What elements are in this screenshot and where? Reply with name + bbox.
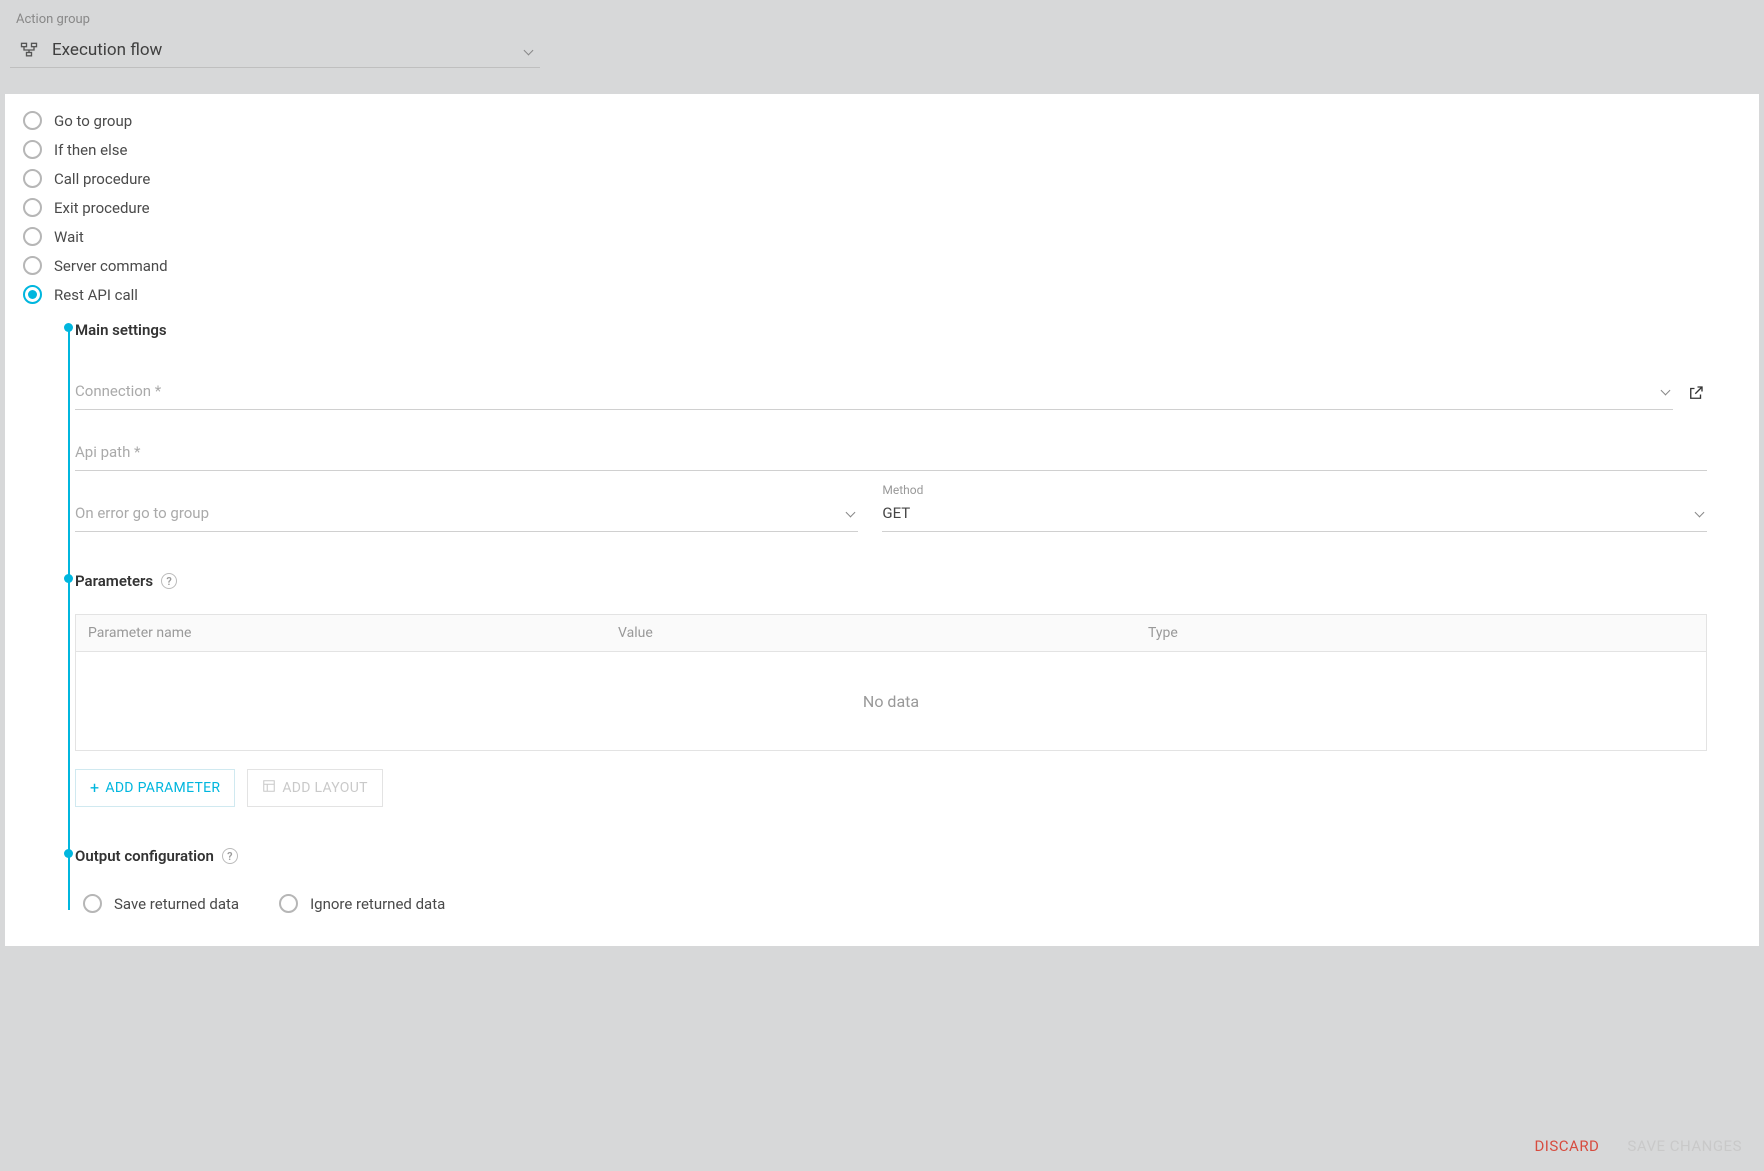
add-parameter-label: ADD PARAMETER	[105, 780, 220, 796]
ignore-returned-label: Ignore returned data	[310, 895, 445, 913]
radio-server-command[interactable]: Server command	[15, 251, 1749, 280]
chevron-down-icon	[846, 508, 856, 518]
radio-icon	[279, 894, 298, 913]
action-group-dropdown[interactable]: Execution flow	[10, 33, 540, 68]
radio-ignore-returned[interactable]: Ignore returned data	[271, 889, 453, 918]
help-icon[interactable]: ?	[161, 573, 177, 589]
radio-label: Wait	[54, 228, 84, 246]
section-output: Output configuration ? Save returned dat…	[75, 839, 1749, 918]
connection-select[interactable]: Connection *	[75, 377, 1673, 410]
dropdown-value: Execution flow	[52, 40, 513, 60]
tree-dot	[64, 323, 73, 332]
radio-icon	[23, 169, 42, 188]
radio-rest-api-call[interactable]: Rest API call	[15, 280, 1749, 309]
discard-button[interactable]: DISCARD	[1534, 1137, 1599, 1155]
parameters-title: Parameters ?	[75, 568, 1749, 594]
add-layout-label: ADD LAYOUT	[282, 780, 367, 796]
table-empty-row: No data	[76, 652, 1706, 750]
connection-placeholder: Connection *	[75, 382, 161, 400]
api-path-placeholder: Api path *	[75, 443, 141, 461]
parameters-title-text: Parameters	[75, 572, 153, 590]
radio-label: Rest API call	[54, 286, 138, 304]
chevron-down-icon	[1661, 386, 1671, 396]
radio-label: Exit procedure	[54, 199, 150, 217]
col-value: Value	[606, 615, 1136, 651]
chevron-down-icon	[524, 45, 534, 55]
section-parameters: Parameters ? Parameter name Value Type N…	[75, 564, 1749, 807]
radio-icon	[83, 894, 102, 913]
method-value: GET	[882, 504, 910, 522]
main-settings-title: Main settings	[75, 317, 1749, 343]
radio-label: Server command	[54, 257, 168, 275]
radio-if-then-else[interactable]: If then else	[15, 135, 1749, 164]
open-external-icon[interactable]	[1687, 384, 1707, 404]
flow-icon	[18, 39, 40, 61]
radio-exit-procedure[interactable]: Exit procedure	[15, 193, 1749, 222]
footer-bar: DISCARD SAVE CHANGES	[0, 1121, 1764, 1171]
radio-icon	[23, 198, 42, 217]
radio-label: Call procedure	[54, 170, 150, 188]
method-label: Method	[882, 483, 923, 497]
radio-call-procedure[interactable]: Call procedure	[15, 164, 1749, 193]
help-icon[interactable]: ?	[222, 848, 238, 864]
action-type-radio-group: Go to group If then else Call procedure Exi…	[15, 106, 1749, 309]
tree-dot	[64, 849, 73, 858]
col-type: Type	[1136, 615, 1706, 651]
col-param-name: Parameter name	[76, 615, 606, 651]
save-returned-label: Save returned data	[114, 895, 239, 913]
on-error-placeholder: On error go to group	[75, 504, 209, 522]
plus-icon: +	[90, 781, 99, 795]
api-path-input[interactable]: Api path *	[75, 438, 1707, 471]
rest-api-subtree: Main settings Connection * Api path *	[45, 313, 1749, 918]
radio-go-to-group[interactable]: Go to group	[15, 106, 1749, 135]
radio-icon	[23, 140, 42, 159]
radio-label: Go to group	[54, 112, 132, 130]
tree-line	[68, 325, 70, 910]
radio-label: If then else	[54, 141, 127, 159]
table-header: Parameter name Value Type	[76, 615, 1706, 652]
radio-wait[interactable]: Wait	[15, 222, 1749, 251]
radio-icon	[23, 285, 42, 304]
parameters-table: Parameter name Value Type No data	[75, 614, 1707, 751]
add-layout-button: ADD LAYOUT	[247, 769, 382, 807]
radio-save-returned[interactable]: Save returned data	[75, 889, 247, 918]
parameter-buttons: + ADD PARAMETER ADD LAYOUT	[75, 769, 1749, 807]
radio-icon	[23, 111, 42, 130]
action-group-label: Action group	[10, 12, 1754, 27]
layout-icon	[262, 779, 276, 797]
radio-icon	[23, 227, 42, 246]
chevron-down-icon	[1695, 508, 1705, 518]
output-title: Output configuration ?	[75, 843, 1749, 869]
header-area: Action group Execution flow	[0, 0, 1764, 68]
tree-dot	[64, 574, 73, 583]
save-changes-button: SAVE CHANGES	[1627, 1137, 1742, 1155]
radio-icon	[23, 256, 42, 275]
method-select[interactable]: Method GET	[882, 499, 1707, 532]
on-error-select[interactable]: On error go to group	[75, 499, 858, 532]
section-main-settings: Main settings Connection * Api path *	[75, 313, 1749, 532]
output-title-text: Output configuration	[75, 847, 214, 865]
main-panel: Go to group If then else Call procedure Exi…	[5, 94, 1759, 946]
add-parameter-button[interactable]: + ADD PARAMETER	[75, 769, 235, 807]
